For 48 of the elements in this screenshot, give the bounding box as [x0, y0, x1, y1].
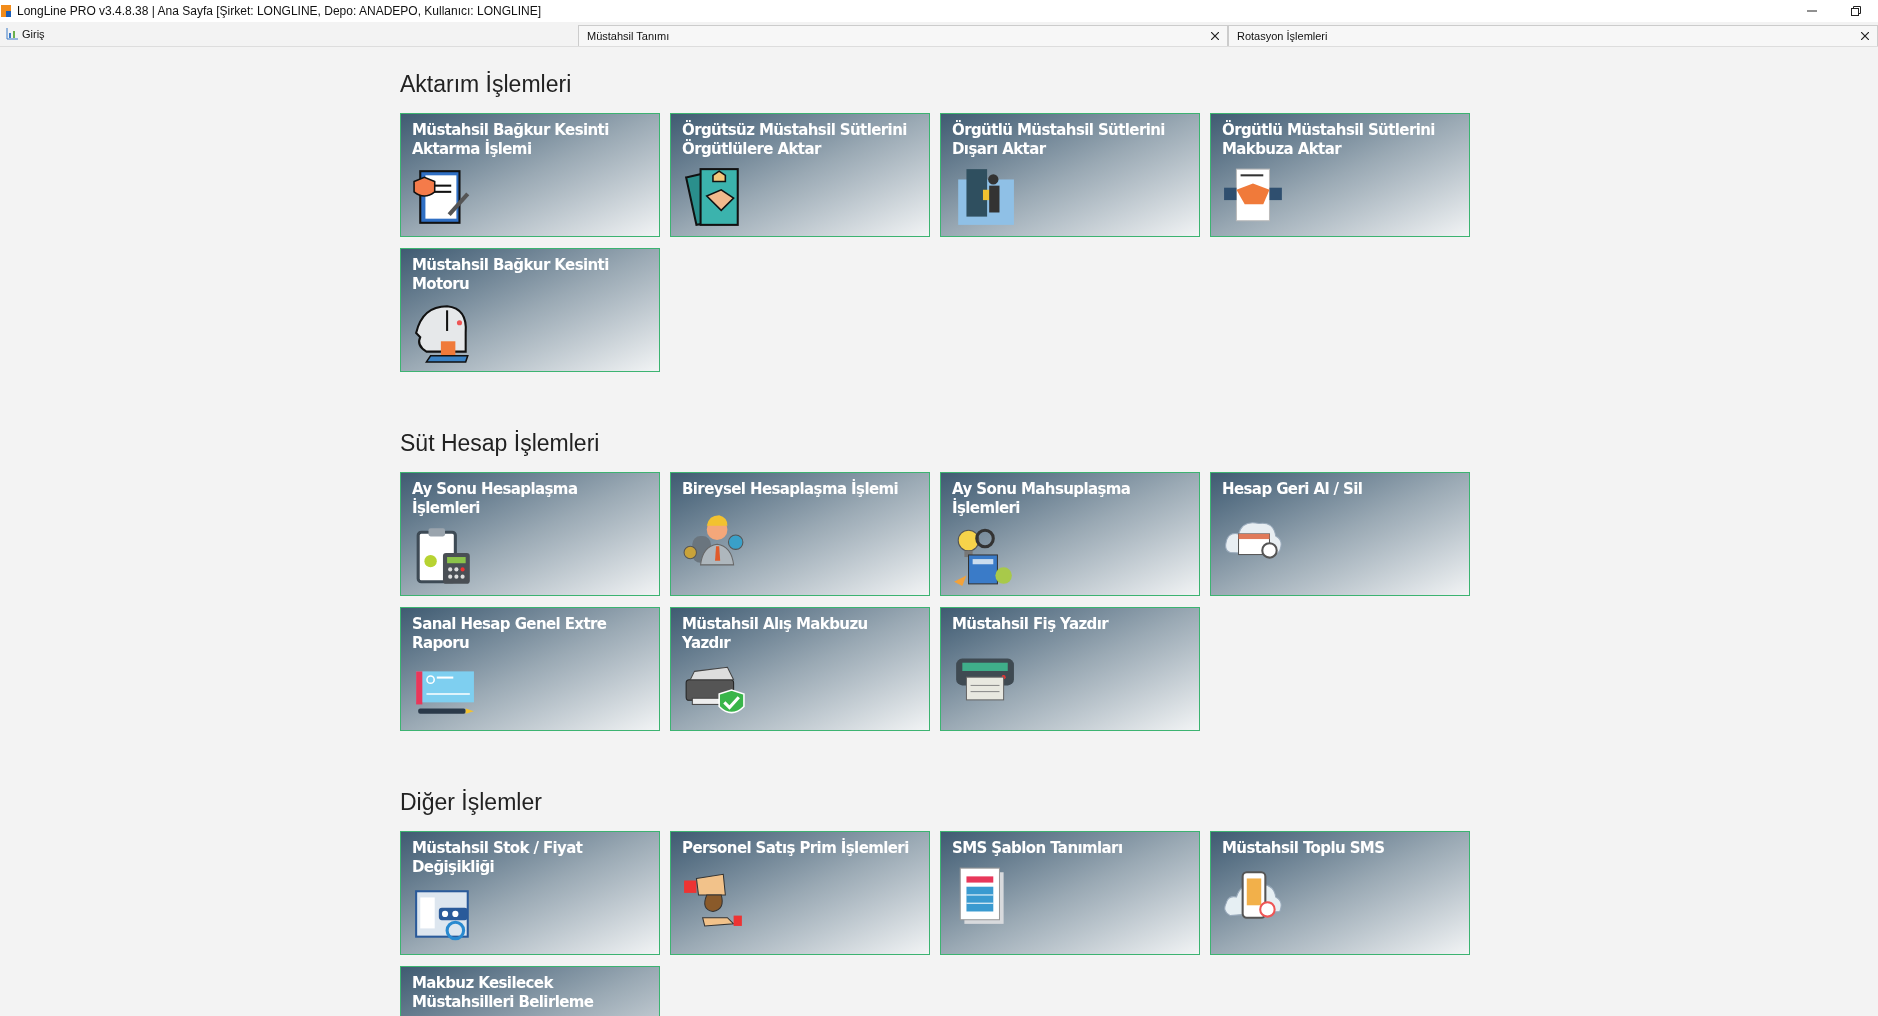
tile-title: Örgütsüz Müstahsil Sütlerini Örgütlülere Aktar — [682, 121, 908, 159]
tile-button[interactable]: SMS Şablon Tanımları — [940, 831, 1200, 955]
tab[interactable]: Müstahsil Tanımı — [578, 25, 1228, 46]
tile-title: Personel Satış Prim İşlemleri — [682, 839, 909, 858]
tile-button[interactable]: Örgütlü Müstahsil Sütlerini Dışarı Aktar — [940, 113, 1200, 237]
tile-title: Sanal Hesap Genel Extre Raporu — [412, 615, 608, 653]
tile-button[interactable]: Sanal Hesap Genel Extre Raporu — [400, 607, 660, 731]
tile-button[interactable]: Bireysel Hesaplaşma İşlemi — [670, 472, 930, 596]
tile-title: SMS Şablon Tanımları — [952, 839, 1123, 858]
tile-button[interactable]: Örgütsüz Müstahsil Sütlerini Örgütlülere Aktar — [670, 113, 930, 237]
tile-title: Müstahsil Bağkur Kesinti Motoru — [412, 256, 610, 294]
tab[interactable]: Rotasyon İşlemleri — [1228, 25, 1878, 46]
tile-title: Bireysel Hesaplaşma İşlemi — [682, 480, 899, 499]
tile-title: Müstahsil Fiş Yazdır — [952, 615, 1109, 634]
tile-button[interactable]: Makbuz Kesilecek Müstahsilleri Belirleme — [400, 966, 660, 1016]
close-icon[interactable] — [1211, 32, 1219, 40]
tile-title: Ay Sonu Mahsuplaşma İşlemleri — [952, 480, 1132, 518]
tab-label: Müstahsil Tanımı — [587, 28, 670, 44]
restore-icon — [1851, 6, 1861, 16]
tile-button[interactable]: Örgütlü Müstahsil Sütlerini Makbuza Aktar — [1210, 113, 1470, 237]
tile-button[interactable]: Ay Sonu Hesaplaşma İşlemleri — [400, 472, 660, 596]
tile-button[interactable]: Ay Sonu Mahsuplaşma İşlemleri — [940, 472, 1200, 596]
tile-button[interactable]: Personel Satış Prim İşlemleri — [670, 831, 930, 955]
tile-button[interactable]: Müstahsil Fiş Yazdır — [940, 607, 1200, 731]
tile-title: Makbuz Kesilecek Müstahsilleri Belirleme — [412, 974, 595, 1012]
window-title: LongLine PRO v3.4.8.38 | Ana Sayfa [Şirket: LONGLINE, Depo: ANADEPO, Kullanıcı: LONGLINE] — [17, 3, 542, 20]
tile-title: Hesap Geri Al / Sil — [1222, 480, 1363, 499]
chart-icon — [6, 28, 18, 40]
tile-title: Müstahsil Bağkur Kesinti Aktarma İşlemi — [412, 121, 610, 159]
tile-button[interactable]: Müstahsil Stok / Fiyat Değişikliği — [400, 831, 660, 955]
tile-title: Örgütlü Müstahsil Sütlerini Dışarı Aktar — [952, 121, 1166, 159]
tile-button[interactable]: Müstahsil Alış Makbuzu Yazdır — [670, 607, 930, 731]
tile-button[interactable]: Müstahsil Bağkur Kesinti Aktarma İşlemi — [400, 113, 660, 237]
section-heading: Süt Hesap İşlemleri — [400, 429, 601, 458]
app-logo-icon — [1, 5, 11, 17]
tile-title: Müstahsil Alış Makbuzu Yazdır — [682, 615, 869, 653]
tile-title: Örgütlü Müstahsil Sütlerini Makbuza Aktar — [1222, 121, 1436, 159]
tile-title: Ay Sonu Hesaplaşma İşlemleri — [412, 480, 579, 518]
close-icon[interactable] — [1861, 32, 1869, 40]
home-tab[interactable]: Giriş — [0, 22, 578, 46]
section-heading: Diğer İşlemler — [400, 788, 543, 817]
tile-title: Müstahsil Toplu SMS — [1222, 839, 1385, 858]
tab-label: Rotasyon İşlemleri — [1237, 28, 1328, 44]
section-heading: Aktarım İşlemleri — [400, 70, 573, 99]
tile-button[interactable]: Müstahsil Toplu SMS — [1210, 831, 1470, 955]
tile-button[interactable]: Müstahsil Bağkur Kesinti Motoru — [400, 248, 660, 372]
tile-title: Müstahsil Stok / Fiyat Değişikliği — [412, 839, 584, 877]
tile-button[interactable]: Hesap Geri Al / Sil — [1210, 472, 1470, 596]
